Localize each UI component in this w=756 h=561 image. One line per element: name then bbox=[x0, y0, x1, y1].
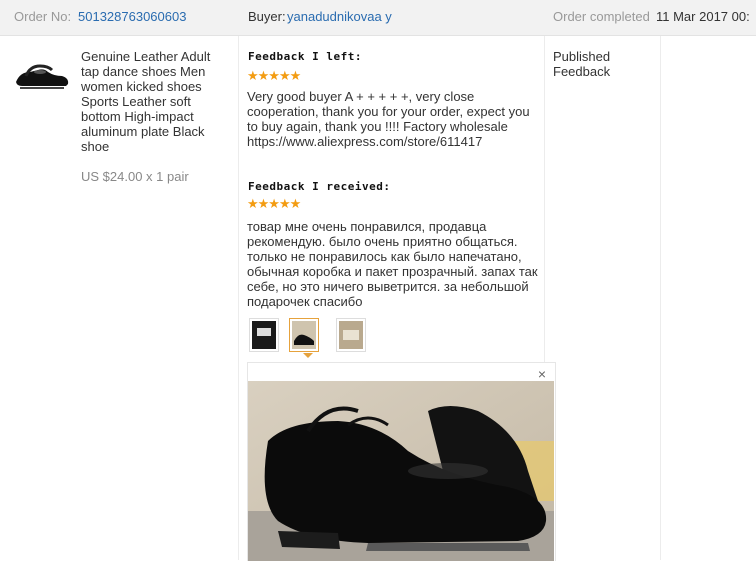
column-divider bbox=[660, 36, 661, 560]
order-date: 11 Mar 2017 00: bbox=[656, 9, 750, 24]
order-status: Order completed bbox=[553, 9, 650, 24]
feedback-left-text: Very good buyer A + + + + +, very close … bbox=[247, 89, 530, 149]
feedback-photo bbox=[248, 381, 554, 561]
feedback-photo-thumb-1[interactable] bbox=[249, 318, 279, 352]
feedback-received-stars: ★★★★★ bbox=[247, 196, 301, 211]
feedback-left-label: Feedback I left: bbox=[248, 50, 362, 63]
feedback-photo-thumb-2[interactable] bbox=[289, 318, 319, 352]
feedback-photo-thumb-3[interactable] bbox=[336, 318, 366, 352]
feedback-received-label: Feedback I received: bbox=[248, 180, 391, 193]
status-line-2: Feedback bbox=[553, 64, 611, 79]
order-no-label: Order No: bbox=[14, 9, 72, 24]
feedback-left-stars: ★★★★★ bbox=[247, 68, 301, 83]
feedback-status: Published Feedback bbox=[553, 49, 610, 79]
order-no-link[interactable]: 501328763060603 bbox=[78, 9, 186, 24]
active-thumb-indicator bbox=[303, 353, 313, 358]
product-thumbnail[interactable] bbox=[14, 58, 70, 92]
product-title[interactable]: Genuine Leather Adult tap dance shoes Me… bbox=[81, 49, 231, 154]
photo-viewer: × bbox=[247, 362, 556, 561]
buyer-link[interactable]: yanadudnikovaa y bbox=[287, 9, 392, 24]
close-icon[interactable]: × bbox=[538, 366, 546, 382]
buyer-label: Buyer: bbox=[248, 9, 286, 24]
order-header: Order No: 501328763060603 Buyer: yanadud… bbox=[0, 0, 756, 36]
status-line-1: Published bbox=[553, 49, 611, 64]
product-price: US $24.00 x 1 pair bbox=[81, 169, 189, 184]
feedback-received-text: товар мне очень понравился, продавца рек… bbox=[247, 219, 538, 309]
column-divider bbox=[238, 36, 239, 560]
